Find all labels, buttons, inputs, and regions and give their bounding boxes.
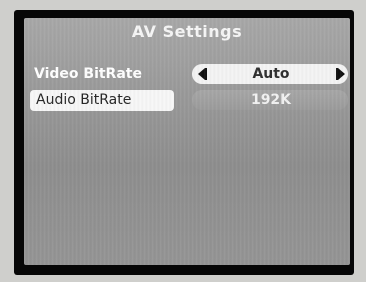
page-title: AV Settings — [131, 22, 243, 41]
setting-label: Audio BitRate — [36, 92, 132, 108]
left-arrow-stem — [205, 68, 207, 80]
setting-value: Auto — [252, 66, 290, 82]
left-arrow-icon[interactable] — [198, 68, 205, 80]
settings-panel: AV Settings Video BitRate Auto Audio Bit… — [24, 18, 350, 265]
right-arrow-icon[interactable] — [338, 68, 345, 80]
display-screen: AV Settings Video BitRate Auto Audio Bit… — [14, 10, 354, 275]
setting-value: 192K — [250, 92, 292, 108]
setting-row-video-bitrate[interactable]: Video BitRate Auto — [30, 64, 348, 85]
setting-label: Video BitRate — [34, 66, 142, 82]
device-frame: AV Settings Video BitRate Auto Audio Bit… — [0, 0, 366, 282]
setting-row-audio-bitrate[interactable]: Audio BitRate 192K — [30, 90, 348, 111]
